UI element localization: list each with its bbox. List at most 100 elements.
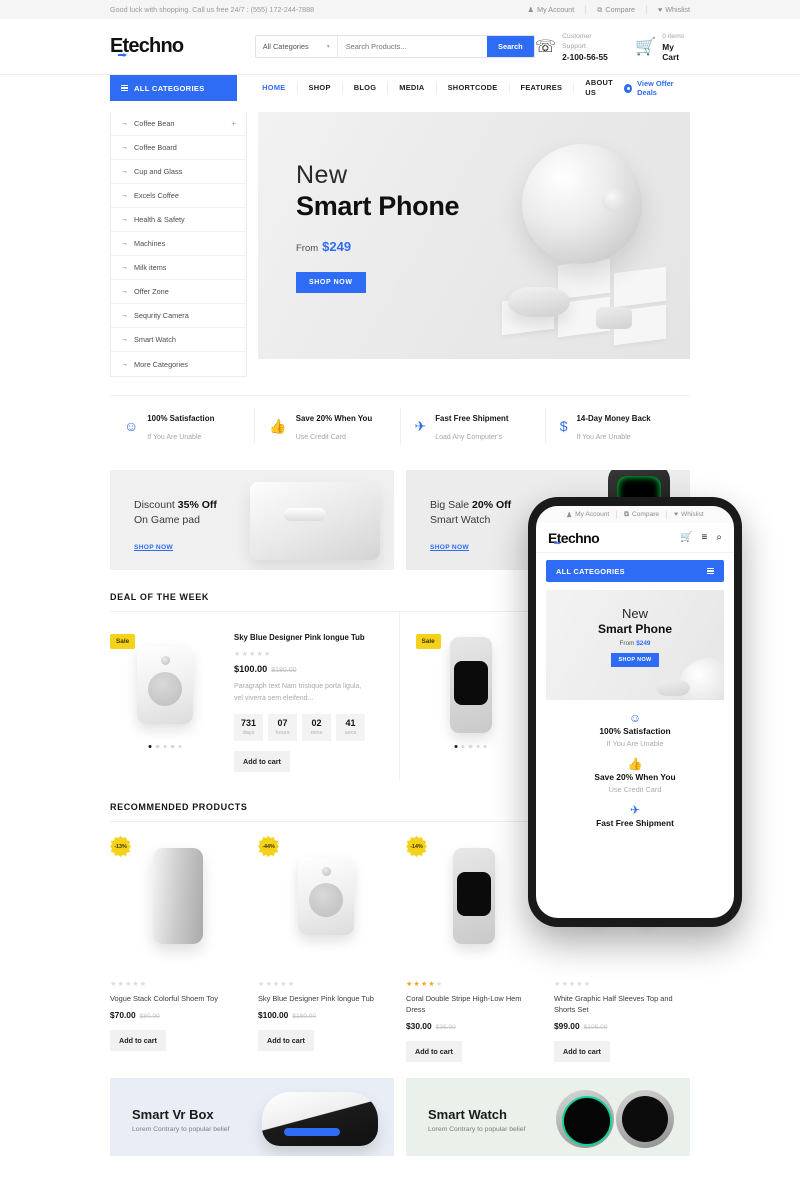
phone-compare-link[interactable]: ⧉ Compare	[617, 510, 668, 519]
product-image[interactable]: -13%	[110, 826, 246, 966]
add-to-cart-button[interactable]: Add to cart	[234, 751, 290, 772]
hero-shop-now-button[interactable]: SHOP NOW	[296, 272, 366, 293]
hero-banner[interactable]: New Smart Phone From $249 SHOP NOW	[258, 112, 690, 359]
category-item-more-categories[interactable]: → More Categories	[111, 352, 246, 376]
cart-icon[interactable]: 🛒	[680, 532, 692, 543]
nav-item-shop[interactable]: SHOP	[298, 83, 343, 93]
category-item-cup-and-glass[interactable]: → Cup and Glass	[111, 160, 246, 184]
phone-whislist-link[interactable]: ♥ Whislist	[667, 511, 711, 518]
deal-image[interactable]: Sale	[110, 626, 220, 748]
category-label: Excels Coffee	[134, 191, 179, 200]
category-item-offer-zone[interactable]: → Offer Zone	[111, 280, 246, 304]
my-account-link[interactable]: ♟ My Account	[517, 5, 587, 14]
hero-pod-image	[508, 287, 570, 317]
category-item-sequrity-camera[interactable]: → Sequrity Camera	[111, 304, 246, 328]
cart-widget[interactable]: 🛒 0 items My Cart	[635, 32, 690, 62]
product-image[interactable]: -44%	[258, 826, 394, 966]
nav-item-about-us[interactable]: ABOUT US	[574, 78, 624, 98]
nav-item-blog[interactable]: BLOG	[343, 83, 389, 93]
logo-text: Etechno	[110, 35, 184, 57]
product-price-row: $100.00 $180.00	[258, 1010, 394, 1020]
nav-links: HOME SHOP BLOG MEDIA SHORTCODE FEATURES …	[251, 75, 624, 101]
phone-logo[interactable]: Etechno	[548, 530, 600, 546]
image-carousel-dots[interactable]	[148, 744, 182, 748]
deal-title[interactable]: Sky Blue Designer Pink longue Tub	[234, 632, 385, 644]
view-offer-deals-link[interactable]: View Offer Deals	[623, 75, 690, 101]
category-label: Coffee Bean	[134, 119, 175, 128]
category-item-smart-watch[interactable]: → Smart Watch	[111, 328, 246, 352]
countdown-hours: 07 hours	[268, 714, 297, 741]
add-to-cart-button[interactable]: Add to cart	[554, 1041, 610, 1062]
hero-copy: New Smart Phone From $249 SHOP NOW	[296, 160, 460, 293]
add-to-cart-button[interactable]: Add to cart	[110, 1030, 166, 1051]
product-meta: ★★★★★ White Graphic Half Sleeves Top and…	[554, 966, 690, 1062]
product-name[interactable]: Sky Blue Designer Pink longue Tub	[258, 993, 394, 1004]
whislist-link[interactable]: ♥ Whislist	[647, 5, 690, 14]
banner-smart-watch[interactable]: Smart Watch Lorem Contrary to popular be…	[406, 1078, 690, 1156]
product-old-price: $80.00	[139, 1013, 160, 1020]
feature-title: Fast Free Shipment	[435, 414, 509, 423]
banner-smart-vr-box[interactable]: Smart Vr Box Lorem Contrary to popular b…	[110, 1078, 394, 1156]
category-label: Cup and Glass	[134, 167, 183, 176]
user-icon: ♟	[566, 511, 573, 519]
category-item-excels-coffee[interactable]: → Excels Coffee	[111, 184, 246, 208]
category-item-health-safety[interactable]: → Health & Safety	[111, 208, 246, 232]
expand-icon[interactable]: +	[231, 119, 236, 128]
add-to-cart-button[interactable]: Add to cart	[406, 1041, 462, 1062]
features-bar: ☺ 100% Satisfaction If You Are Unable 👍 …	[110, 395, 690, 458]
category-item-coffee-bean[interactable]: → Coffee Bean +	[111, 112, 246, 136]
watch-product-image	[449, 637, 492, 733]
search-category-select[interactable]: All Categories ▾	[255, 36, 338, 57]
phone-features: ☺ 100% Satisfaction If You Are Unable 👍 …	[536, 700, 734, 830]
countdown-value: 02	[311, 718, 322, 728]
product-price-row: $30.00 $35.00	[406, 1021, 542, 1031]
category-item-machines[interactable]: → Machines	[111, 232, 246, 256]
deal-image[interactable]: Sale	[415, 626, 526, 748]
phone-my-account-link[interactable]: ♟ My Account	[559, 510, 618, 519]
deal-info: Sky Blue Designer Pink longue Tub ★★★★★ …	[220, 626, 385, 772]
product-name[interactable]: White Graphic Half Sleeves Top and Short…	[554, 993, 690, 1015]
countdown-value: 07	[277, 718, 288, 728]
all-categories-button[interactable]: ALL CATEGORIES	[110, 75, 238, 101]
search-icon[interactable]: ⌕	[716, 532, 722, 543]
search-button[interactable]: Search	[486, 36, 534, 57]
compare-link[interactable]: ⧉ Compare	[586, 5, 647, 14]
countdown-secs: 41 secs	[336, 714, 365, 741]
search-input[interactable]	[337, 36, 487, 57]
menu-icon[interactable]: ≡	[702, 532, 708, 543]
smartwatch-pair-image	[556, 1084, 674, 1154]
discount-badge: -14%	[406, 836, 427, 857]
customer-support[interactable]: ☏ Customer Support 2-100-56-55	[535, 32, 613, 62]
product-price: $30.00	[406, 1021, 432, 1031]
page-root: Good luck with shopping. Call us free 24…	[0, 0, 800, 1156]
nav-item-features[interactable]: FEATURES	[510, 83, 575, 93]
product-name[interactable]: Vogue Stack Colorful Shoem Toy	[110, 993, 246, 1004]
phone-hero-from-label: From	[619, 640, 635, 647]
category-label: Milk items	[134, 263, 167, 272]
rating-stars: ★★★★★	[258, 981, 296, 988]
category-item-coffee-board[interactable]: → Coffee Board	[111, 136, 246, 160]
category-item-milk-items[interactable]: → Milk items	[111, 256, 246, 280]
promo-shop-now-link[interactable]: SHOP NOW	[134, 544, 173, 551]
category-label: More Categories	[134, 359, 188, 369]
phone-feature-satisfaction: ☺ 100% Satisfaction If You Are Unable	[536, 711, 734, 750]
image-carousel-dots[interactable]	[454, 744, 487, 748]
promo-gamepad[interactable]: Discount 35% Off On Game pad SHOP NOW	[110, 470, 394, 570]
phone-hero-shop-now-button[interactable]: SHOP NOW	[611, 653, 659, 667]
phone-hero-price-row: From $249	[620, 640, 651, 647]
nav-item-home[interactable]: HOME	[251, 83, 298, 93]
phone-hero-banner[interactable]: New Smart Phone From $249 SHOP NOW	[546, 590, 724, 700]
phone-my-account-label: My Account	[575, 511, 610, 518]
product-name[interactable]: Coral Double Stripe High-Low Hem Dress	[406, 993, 542, 1015]
site-logo[interactable]: Etechno	[110, 35, 225, 58]
promo-shop-now-link[interactable]: SHOP NOW	[430, 544, 469, 551]
nav-item-media[interactable]: MEDIA	[388, 83, 437, 93]
product-image[interactable]: -14%	[406, 826, 542, 966]
phone-all-categories-button[interactable]: ALL CATEGORIES	[546, 560, 724, 582]
arrow-right-icon: →	[121, 240, 128, 247]
deal-price: $100.00	[234, 664, 268, 674]
rating-stars: ★★★★★	[234, 651, 272, 658]
product-price: $99.00	[554, 1021, 580, 1031]
nav-item-shortcode[interactable]: SHORTCODE	[437, 83, 510, 93]
add-to-cart-button[interactable]: Add to cart	[258, 1030, 314, 1051]
